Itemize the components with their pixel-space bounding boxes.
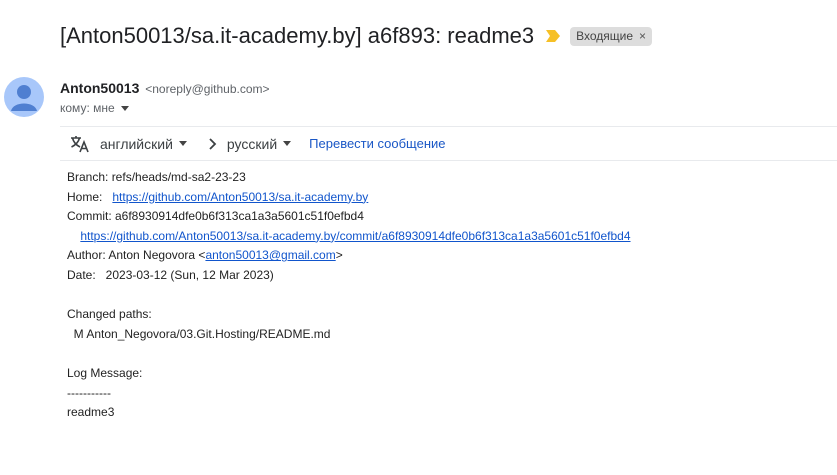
sender-name[interactable]: Anton50013 [60, 80, 139, 96]
translate-icon [70, 135, 90, 153]
changed-file-line: M Anton_Negovora/03.Git.Hosting/README.m… [67, 326, 331, 341]
author-prefix: Author: Anton Negovora < [67, 248, 206, 263]
show-details-caret-icon[interactable] [120, 105, 129, 111]
translate-message-link[interactable]: Перевести сообщение [309, 136, 445, 151]
source-language-label: английский [100, 135, 173, 152]
email-subject: [Anton50013/sa.it-academy.by] a6f893: re… [60, 23, 535, 48]
importance-marker-icon[interactable] [546, 30, 561, 42]
chevron-down-icon [178, 141, 187, 146]
recipient-text: кому: мне [60, 101, 115, 115]
date-line: Date: 2023-03-12 (Sun, 12 Mar 2023) [67, 267, 274, 282]
translate-bar: английский русский Перевести сообщение [60, 126, 837, 161]
commit-message: readme3 [67, 405, 115, 420]
author-suffix: > [335, 248, 343, 263]
branch-line: Branch: refs/heads/md-sa2-23-23 [67, 170, 246, 184]
source-language-select[interactable]: английский [100, 136, 187, 152]
target-language-select[interactable]: русский [226, 135, 292, 152]
author-email-link[interactable]: anton50013@gmail.com [205, 248, 335, 262]
recipient-line[interactable]: кому: мне [60, 101, 129, 115]
home-label: Home: [67, 189, 113, 204]
inbox-label-chip: Входящие × [570, 26, 653, 46]
chevron-down-icon [283, 141, 292, 146]
sender-email: <noreply@github.com> [145, 82, 270, 96]
chevron-right-icon [209, 137, 217, 150]
separator-line: ----------- [67, 385, 111, 400]
sender-line: Anton50013 <noreply@github.com> [60, 80, 270, 96]
target-language-label: русский [226, 135, 278, 152]
sender-avatar[interactable] [4, 77, 44, 117]
home-url-link[interactable]: https://github.com/Anton50013/sa.it-acad… [112, 190, 368, 204]
subject-row: [Anton50013/sa.it-academy.by] a6f893: re… [60, 20, 653, 52]
email-body: Branch: refs/heads/md-sa2-23-23 Home: ht… [67, 168, 631, 423]
remove-label-icon[interactable]: × [639, 29, 646, 43]
log-message-heading: Log Message: [67, 365, 143, 380]
commit-url-link[interactable]: https://github.com/Anton50013/sa.it-acad… [80, 229, 630, 243]
label-text: Входящие [576, 28, 634, 43]
commit-line: Commit: a6f8930914dfe0b6f313ca1a3a5601c5… [67, 209, 364, 224]
changed-paths-heading: Changed paths: [67, 307, 152, 322]
